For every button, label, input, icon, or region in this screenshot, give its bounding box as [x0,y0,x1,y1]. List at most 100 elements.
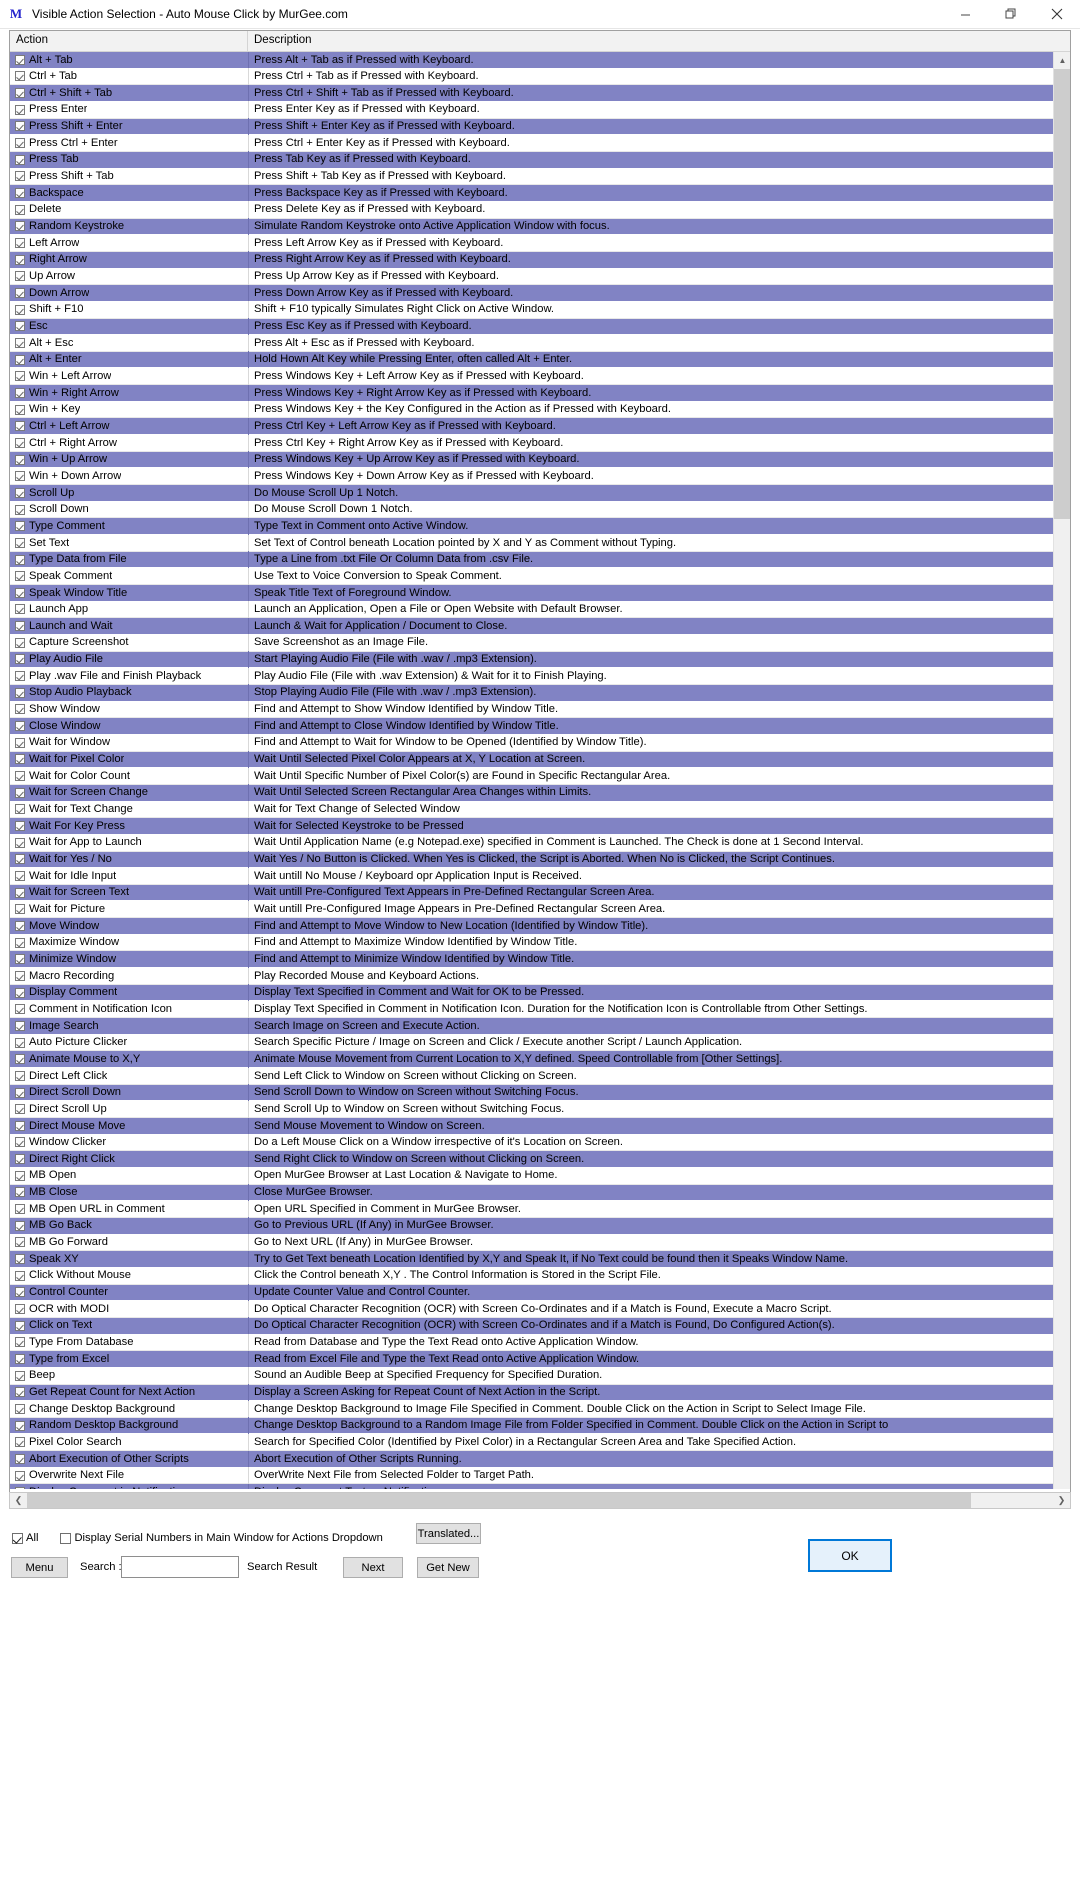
row-checkbox-icon[interactable] [15,104,25,115]
horizontal-scrollbar-track[interactable] [27,1493,1053,1508]
row-action-cell[interactable]: Press Enter [10,101,248,118]
row-checkbox-icon[interactable] [15,1337,25,1348]
row-action-cell[interactable]: Direct Scroll Down [10,1084,248,1101]
table-row[interactable]: Alt + Enter Hold Hown Alt Key while Press… [10,351,1070,369]
column-header-action[interactable]: Action [10,31,248,52]
table-row[interactable]: Alt + Tab Press Alt + Tab as if Pressed w… [10,52,1070,69]
table-row[interactable]: Abort Execution of Other Scripts Abort Ex… [10,1450,1070,1468]
row-checkbox-icon[interactable] [15,1270,25,1281]
row-action-cell[interactable]: Random Keystroke [10,218,248,235]
row-action-cell[interactable]: Ctrl + Shift + Tab [10,85,248,102]
row-action-cell[interactable]: Alt + Esc [10,335,248,352]
row-action-cell[interactable]: Type From Database [10,1334,248,1351]
row-action-cell[interactable]: Win + Up Arrow [10,451,248,468]
table-row[interactable]: Launch App Launch an Application, Open a … [10,601,1070,619]
row-action-cell[interactable]: Wait for Color Count [10,768,248,785]
table-row[interactable]: Beep Sound an Audible Beep at Specified F… [10,1367,1070,1385]
row-action-cell[interactable]: Win + Right Arrow [10,385,248,402]
table-row[interactable]: Scroll Up Do Mouse Scroll Up 1 Notch. [10,484,1070,502]
row-checkbox-icon[interactable] [15,637,25,648]
row-checkbox-icon[interactable] [15,1287,25,1298]
table-row[interactable]: Set Text Set Text of Control beneath Loca… [10,534,1070,552]
table-row[interactable]: Press Ctrl + Enter Press Ctrl + Enter Key… [10,134,1070,152]
row-checkbox-icon[interactable] [15,1437,25,1448]
table-row[interactable]: Wait for App to Launch Wait Until Applica… [10,834,1070,852]
table-row[interactable]: Image Search Search Image on Screen and E… [10,1017,1070,1035]
row-checkbox-icon[interactable] [15,304,25,315]
actions-list-body[interactable]: Alt + Tab Press Alt + Tab as if Pressed w… [10,52,1070,1489]
get-new-button[interactable]: Get New [417,1557,479,1578]
table-row[interactable]: MB Open URL in Comment Open URL Specified… [10,1200,1070,1218]
table-row[interactable]: Esc Press Esc Key as if Pressed with Keyb… [10,318,1070,336]
row-action-cell[interactable]: Press Ctrl + Enter [10,135,248,152]
table-row[interactable]: Press Shift + Enter Press Shift + Enter K… [10,118,1070,136]
row-checkbox-icon[interactable] [15,687,25,698]
row-checkbox-icon[interactable] [15,937,25,948]
table-row[interactable]: Ctrl + Shift + Tab Press Ctrl + Shift + T… [10,84,1070,102]
row-checkbox-icon[interactable] [15,587,25,598]
row-checkbox-icon[interactable] [15,704,25,715]
row-checkbox-icon[interactable] [15,1304,25,1315]
table-row[interactable]: Direct Scroll Down Send Scroll Down to Wi… [10,1084,1070,1102]
translated-button[interactable]: Translated... [416,1523,481,1544]
row-checkbox-icon[interactable] [15,371,25,382]
row-checkbox-icon[interactable] [15,437,25,448]
row-checkbox-icon[interactable] [15,604,25,615]
row-checkbox-icon[interactable] [15,1470,25,1481]
row-action-cell[interactable]: Random Desktop Background [10,1417,248,1434]
row-action-cell[interactable]: Speak XY [10,1251,248,1268]
row-action-cell[interactable]: Left Arrow [10,235,248,252]
row-checkbox-icon[interactable] [15,854,25,865]
row-action-cell[interactable]: Speak Window Title [10,585,248,602]
row-checkbox-icon[interactable] [15,1070,25,1081]
table-row[interactable]: Show Window Find and Attempt to Show Wind… [10,701,1070,719]
row-action-cell[interactable]: MB Go Back [10,1217,248,1234]
table-row[interactable]: Capture Screenshot Save Screenshot as an … [10,634,1070,652]
serial-numbers-checkbox-box-icon[interactable] [60,1532,72,1544]
minimize-button[interactable] [942,0,988,28]
table-row[interactable]: Ctrl + Left Arrow Press Ctrl Key + Left A… [10,417,1070,436]
row-checkbox-icon[interactable] [15,1403,25,1414]
table-row[interactable]: Direct Scroll Up Send Scroll Up to Window… [10,1100,1070,1118]
table-row[interactable]: Wait for Picture Wait untill Pre-Configur… [10,900,1070,919]
table-row[interactable]: Direct Left Click Send Left Click to Wind… [10,1067,1070,1085]
row-action-cell[interactable]: Type Comment [10,518,248,535]
row-action-cell[interactable]: Alt + Enter [10,351,248,368]
row-action-cell[interactable]: Press Shift + Tab [10,168,248,185]
row-action-cell[interactable]: Macro Recording [10,968,248,985]
row-action-cell[interactable]: Direct Mouse Move [10,1118,248,1135]
row-checkbox-icon[interactable] [15,1320,25,1331]
row-checkbox-icon[interactable] [15,1487,25,1489]
row-action-cell[interactable]: Play Audio File [10,651,248,668]
row-checkbox-icon[interactable] [15,771,25,782]
row-action-cell[interactable]: Pixel Color Search [10,1434,248,1451]
horizontal-scrollbar[interactable]: ❮ ❯ [9,1492,1071,1509]
search-input[interactable] [121,1556,239,1578]
row-action-cell[interactable]: Wait for Pixel Color [10,751,248,768]
row-action-cell[interactable]: Win + Down Arrow [10,468,248,485]
row-checkbox-icon[interactable] [15,337,25,348]
row-action-cell[interactable]: Window Clicker [10,1134,248,1151]
row-action-cell[interactable]: OCR with MODI [10,1301,248,1318]
table-row[interactable]: Play .wav File and Finish Playback Play A… [10,667,1070,685]
table-row[interactable]: Close Window Find and Attempt to Close Wi… [10,717,1070,735]
table-row[interactable]: Maximize Window Find and Attempt to Maxim… [10,934,1070,952]
table-row[interactable]: Move Window Find and Attempt to Move Wind… [10,917,1070,935]
row-checkbox-icon[interactable] [15,204,25,215]
table-row[interactable]: Animate Mouse to X,Y Animate Mouse Moveme… [10,1050,1070,1069]
row-checkbox-icon[interactable] [15,404,25,415]
ok-button[interactable]: OK [808,1539,892,1572]
row-action-cell[interactable]: MB Close [10,1184,248,1201]
table-row[interactable]: Shift + F10 Shift + F10 typically Simulat… [10,301,1070,319]
row-checkbox-icon[interactable] [15,288,25,299]
row-checkbox-icon[interactable] [15,721,25,732]
table-row[interactable]: Click on Text Do Optical Character Recogn… [10,1317,1070,1335]
row-checkbox-icon[interactable] [15,271,25,282]
row-checkbox-icon[interactable] [15,1154,25,1165]
row-action-cell[interactable]: Wait for Picture [10,901,248,918]
table-row[interactable]: Overwrite Next File OverWrite Next File f… [10,1467,1070,1485]
row-action-cell[interactable]: Display Comment [10,984,248,1001]
row-checkbox-icon[interactable] [15,71,25,82]
row-checkbox-icon[interactable] [15,920,25,931]
table-row[interactable]: Wait for Screen Text Wait untill Pre-Conf… [10,884,1070,902]
